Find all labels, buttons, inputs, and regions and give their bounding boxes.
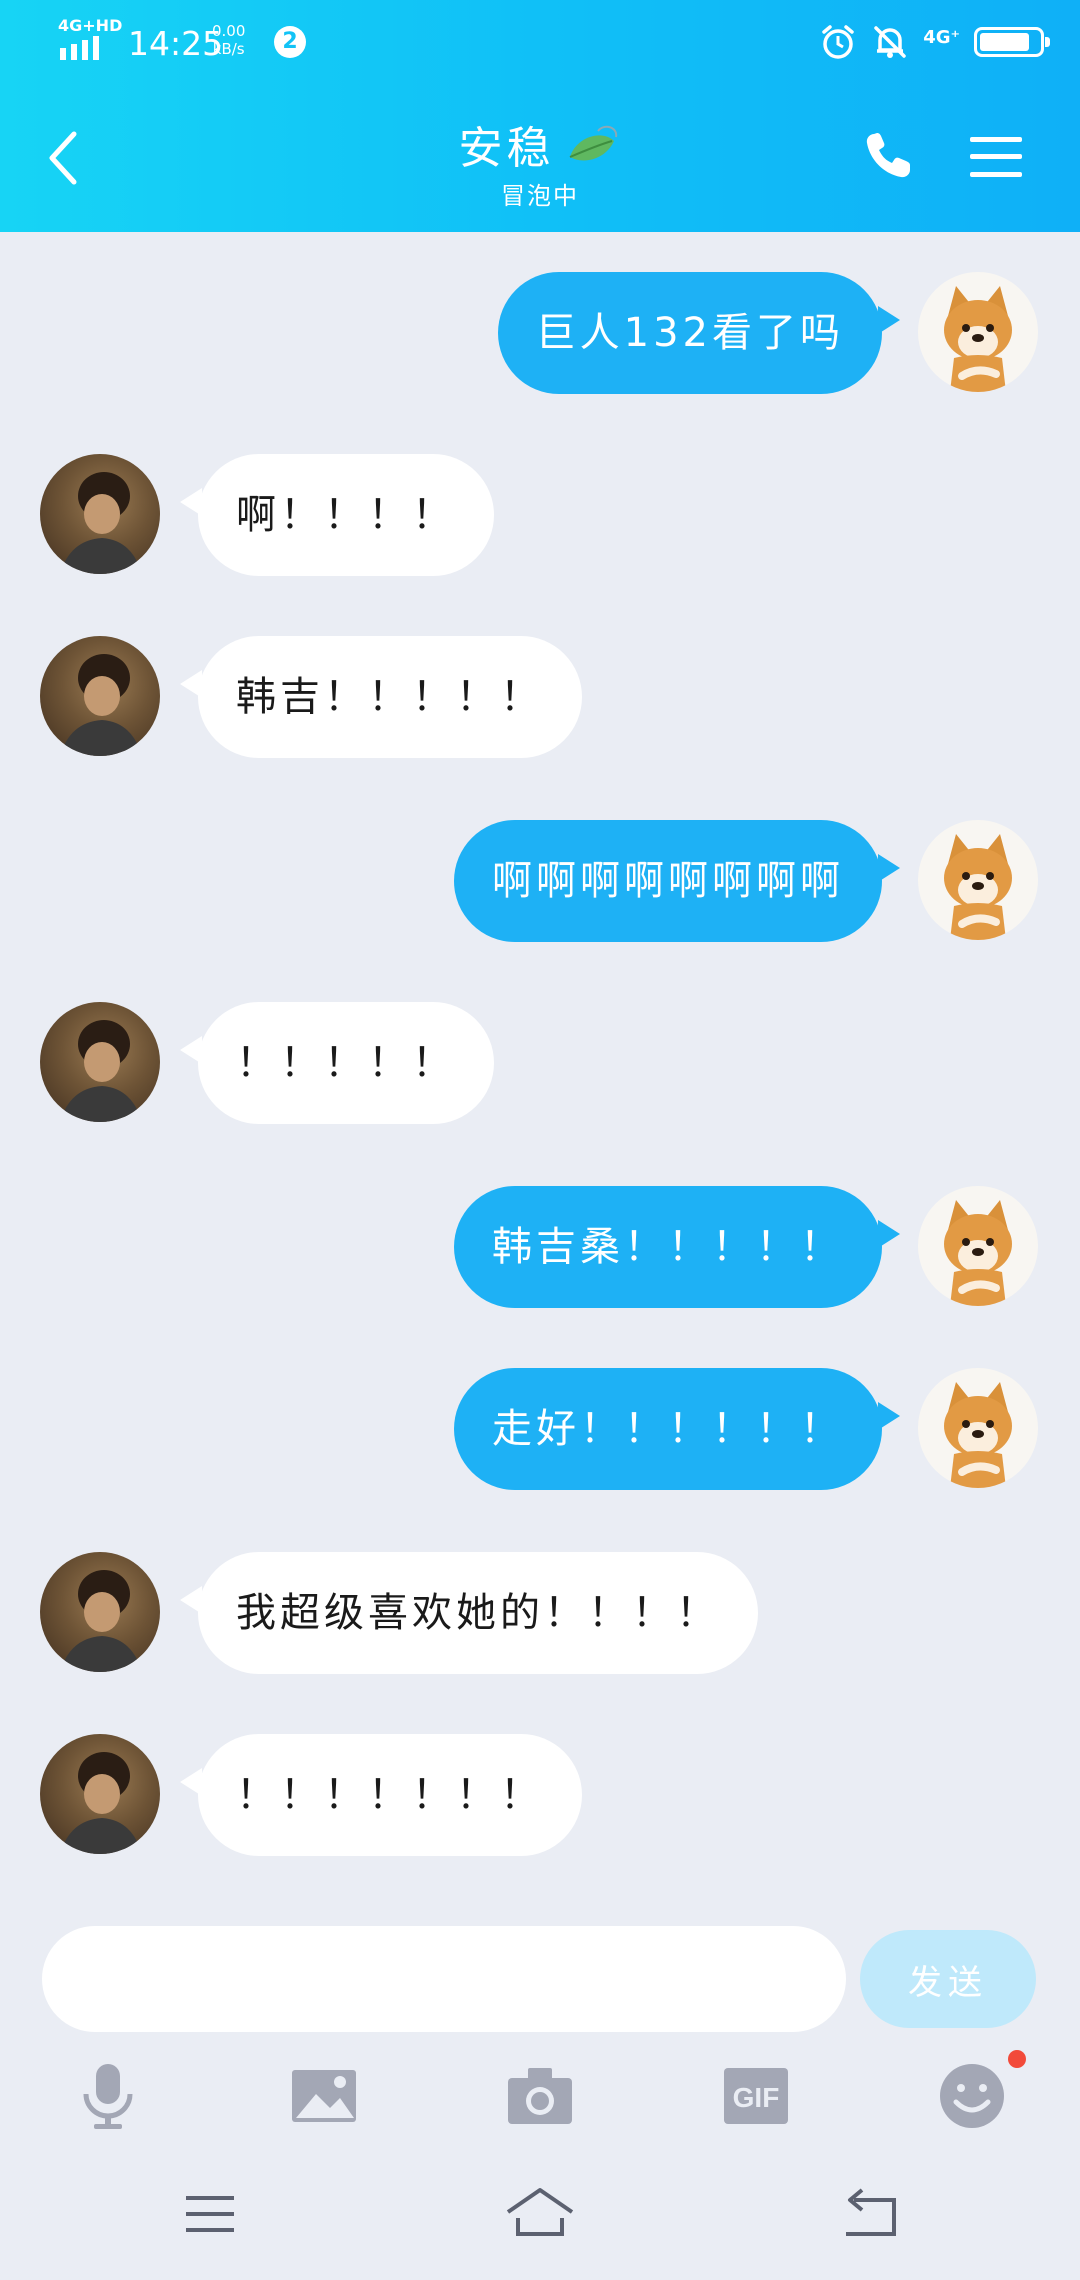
chat-header: 4G+HD 14:25 0.00 kB/s 2 4G⁺ 安稳 冒泡中 — [0, 0, 1080, 232]
contact-avatar[interactable] — [40, 636, 160, 756]
network-type: 4G+HD — [58, 16, 123, 35]
user-avatar[interactable] — [918, 820, 1038, 940]
message-bubble-received[interactable]: 我超级喜欢她的！！！！ — [180, 1552, 758, 1674]
camera-icon[interactable] — [504, 2060, 576, 2132]
message-row: 韩吉！！！！！ — [0, 636, 1080, 760]
shiba-icon — [944, 286, 1012, 392]
message-row: 走好！！！！！！ — [0, 1368, 1080, 1492]
message-row: 啊啊啊啊啊啊啊啊 — [0, 820, 1080, 944]
leaf-icon — [569, 125, 617, 161]
user-avatar[interactable] — [918, 272, 1038, 392]
menu-icon[interactable] — [968, 132, 1024, 182]
chat-title: 安稳 — [458, 123, 555, 174]
chat-subtitle: 冒泡中 — [501, 182, 579, 210]
battery-level — [980, 33, 1030, 51]
gif-label: GIF — [733, 2082, 780, 2113]
message-bubble-sent[interactable]: 巨人132看了吗 — [497, 272, 901, 394]
message-bubble-received[interactable]: ！！！！！！！ — [180, 1734, 582, 1856]
message-bubble-received[interactable]: ！！！！！ — [180, 1002, 494, 1124]
shiba-icon — [944, 1200, 1012, 1306]
user-avatar[interactable] — [918, 1186, 1038, 1306]
microphone-icon[interactable] — [72, 2060, 144, 2132]
person-silhouette-icon — [60, 1570, 142, 1672]
message-bubble-received[interactable]: 啊！！！！ — [180, 454, 494, 576]
person-silhouette-icon — [60, 472, 142, 574]
input-area: 发送 GIF — [0, 1912, 1080, 2152]
battery-icon — [974, 27, 1050, 57]
nav-menu-icon[interactable] — [174, 2182, 246, 2246]
image-icon[interactable] — [288, 2060, 360, 2132]
emoji-badge — [1008, 2050, 1026, 2068]
person-silhouette-icon — [60, 654, 142, 756]
contact-avatar[interactable] — [40, 454, 160, 574]
message-input[interactable] — [42, 1926, 846, 2032]
message-row: 韩吉桑！！！！！ — [0, 1186, 1080, 1310]
status-time: 14:25 — [128, 24, 224, 63]
speed-unit: kB/s — [212, 40, 245, 58]
contact-avatar[interactable] — [40, 1002, 160, 1122]
status-bar: 4G+HD 14:25 0.00 kB/s 2 4G⁺ — [0, 0, 1080, 84]
emoji-icon[interactable] — [936, 2060, 1008, 2132]
message-bubble-received[interactable]: 韩吉！！！！！ — [180, 636, 582, 758]
shiba-icon — [944, 1382, 1012, 1488]
mute-icon — [874, 26, 906, 58]
phone-icon[interactable] — [860, 128, 916, 184]
message-row: 巨人132看了吗 — [0, 272, 1080, 396]
network-speed: 0.00 kB/s — [212, 22, 245, 58]
message-bubble-sent[interactable]: 韩吉桑！！！！！ — [454, 1186, 900, 1308]
signal-type: 4G⁺ — [923, 27, 960, 48]
message-row: ！！！！！ — [0, 1002, 1080, 1126]
alarm-icon — [822, 25, 854, 59]
gif-icon[interactable]: GIF — [720, 2060, 792, 2132]
message-row: ！！！！！！！ — [0, 1734, 1080, 1858]
user-avatar[interactable] — [918, 1368, 1038, 1488]
notification-badge: 2 — [274, 26, 306, 58]
message-row: 我超级喜欢她的！！！！ — [0, 1552, 1080, 1676]
speed-value: 0.00 — [212, 22, 246, 40]
message-bubble-sent[interactable]: 走好！！！！！！ — [454, 1368, 900, 1490]
chat-title-area[interactable]: 安稳 冒泡中 — [0, 112, 1080, 211]
contact-avatar[interactable] — [40, 1734, 160, 1854]
shiba-icon — [944, 834, 1012, 940]
system-nav-bar — [0, 2152, 1080, 2280]
contact-avatar[interactable] — [40, 1552, 160, 1672]
message-row: 啊！！！！ — [0, 454, 1080, 578]
status-right: 4G⁺ — [819, 20, 1050, 64]
send-button[interactable]: 发送 — [860, 1930, 1036, 2028]
message-bubble-sent[interactable]: 啊啊啊啊啊啊啊啊 — [454, 820, 900, 942]
message-list[interactable]: 巨人132看了吗 啊！！！！ 韩吉！！！！！ 啊啊啊啊啊啊啊啊 ！！！！！ 韩吉… — [0, 232, 1080, 1912]
person-silhouette-icon — [60, 1020, 142, 1122]
nav-home-icon[interactable] — [504, 2182, 576, 2246]
person-silhouette-icon — [60, 1752, 142, 1854]
nav-back-icon[interactable] — [834, 2182, 906, 2246]
